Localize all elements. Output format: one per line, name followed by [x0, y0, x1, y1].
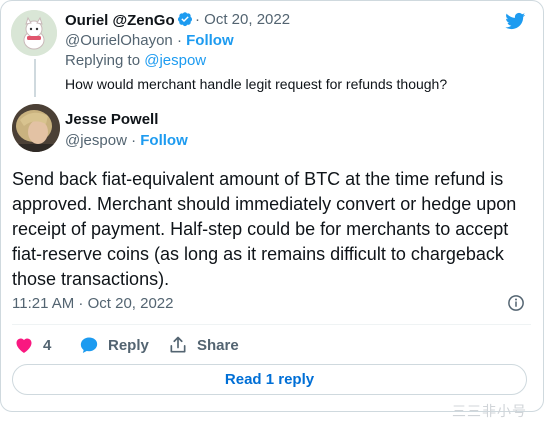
avatar-image: [12, 104, 60, 152]
author-handle-row: @jespow · Follow: [65, 132, 188, 149]
like-button[interactable]: 4: [14, 335, 51, 355]
parent-timestamp[interactable]: · Oct 20, 2022: [195, 11, 290, 28]
parent-handle[interactable]: @OurielOhayon: [65, 32, 173, 49]
info-icon[interactable]: [507, 294, 525, 312]
parent-handle-row: @OurielOhayon · Follow: [65, 32, 234, 49]
thread-connector-line: [34, 59, 36, 97]
tweet-text: Send back fiat-equivalent amount of BTC …: [12, 169, 517, 289]
replying-to-prefix: Replying to: [65, 52, 141, 69]
replying-to-line: Replying to @jespow: [65, 52, 206, 69]
watermark: 三三非小号: [452, 403, 527, 419]
heart-icon: [16, 338, 32, 353]
reply-bubble-icon: [80, 337, 98, 353]
twitter-bird-icon[interactable]: [504, 11, 527, 31]
author-handle[interactable]: @jespow: [65, 132, 127, 149]
share-label: Share: [197, 336, 239, 354]
author-follow-button[interactable]: Follow: [140, 132, 188, 149]
share-button[interactable]: Share: [168, 335, 239, 355]
share-icon: [170, 336, 186, 353]
avatar-image: [11, 10, 57, 56]
parent-tweet-text: How would merchant handle legit request …: [65, 76, 448, 92]
parent-display-name[interactable]: Ouriel @ZenGo: [65, 11, 193, 29]
avatar[interactable]: [12, 104, 60, 152]
separator-dot: ·: [176, 32, 182, 49]
read-replies-label: Read 1 reply: [224, 371, 315, 388]
tweet-embed-card: Ouriel @ZenGo · Oct 20, 2022 @OurielOhay…: [0, 0, 544, 412]
parent-follow-button[interactable]: Follow: [186, 32, 234, 49]
like-count: 4: [43, 336, 52, 354]
verified-badge-icon: [177, 12, 192, 27]
avatar[interactable]: [11, 10, 57, 56]
reply-button[interactable]: Reply: [79, 335, 149, 355]
tweet-timestamp[interactable]: 11:21 AM · Oct 20, 2022: [12, 295, 173, 312]
replying-to-handle[interactable]: @jespow: [144, 52, 206, 69]
author-display-name[interactable]: Jesse Powell: [65, 111, 158, 128]
read-replies-button[interactable]: Read 1 reply: [12, 364, 527, 395]
reply-label: Reply: [108, 336, 149, 354]
separator-dot: ·: [131, 132, 137, 149]
divider: [12, 324, 531, 325]
